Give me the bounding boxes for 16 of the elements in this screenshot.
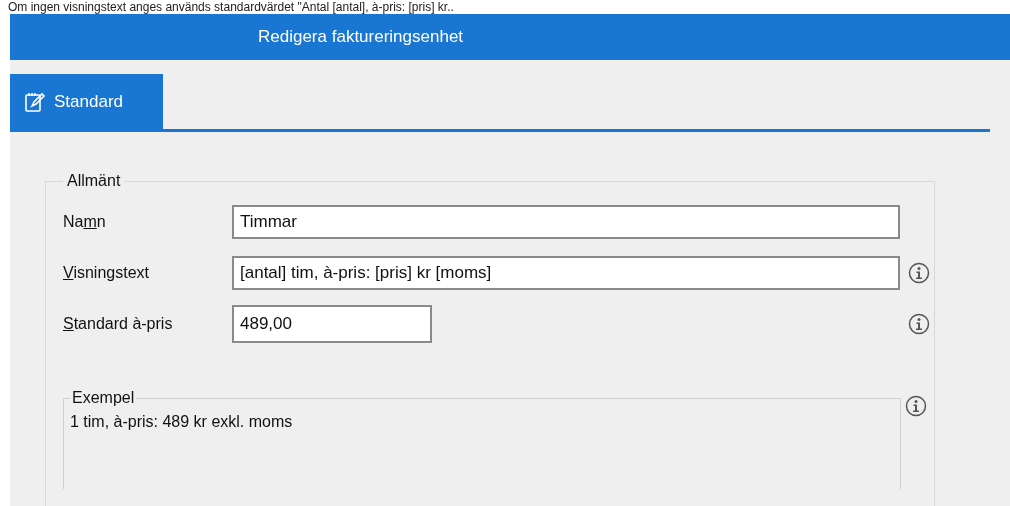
- group-title: Allmänt: [66, 172, 122, 190]
- field-label: Visningstext: [63, 263, 150, 282]
- tab[interactable]: Standard: [10, 74, 163, 129]
- example-title: Exempel: [71, 389, 136, 407]
- info-icon[interactable]: [905, 395, 927, 417]
- field-label: Namn: [63, 212, 107, 231]
- field-label: Standard à-pris: [63, 314, 174, 333]
- edit-note-icon: [24, 90, 46, 113]
- hint-text: Om ingen visningstext anges används standardvärdet "Antal [antal], à-pris: [pris] kr..: [7, 0, 455, 14]
- info-icon[interactable]: [908, 261, 930, 284]
- text-field[interactable]: 489,00: [232, 304, 432, 343]
- info-icon[interactable]: [908, 312, 930, 335]
- text-field[interactable]: [antal] tim, à-pris: [pris] kr [moms]: [232, 255, 900, 290]
- window-title: Redigera faktureringsenhet: [258, 27, 464, 47]
- text-field[interactable]: Timmar: [232, 204, 900, 239]
- example-text: 1 tim, à-pris: 489 kr exkl. moms: [70, 413, 294, 431]
